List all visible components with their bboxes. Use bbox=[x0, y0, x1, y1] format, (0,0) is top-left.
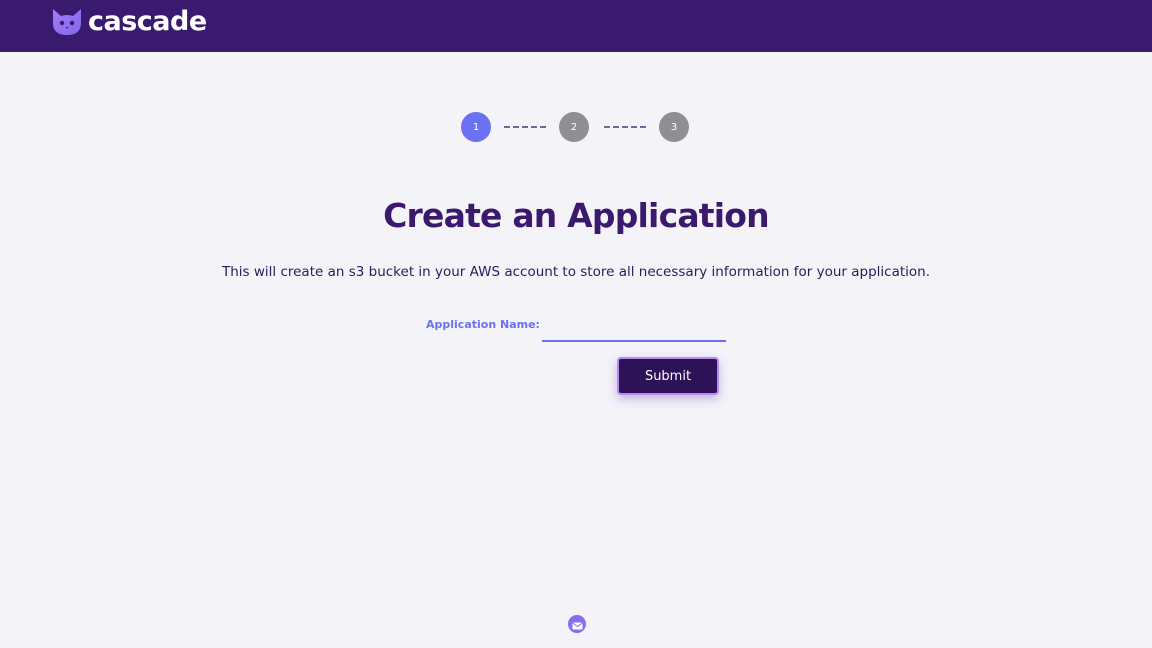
step-3-indicator: 3 bbox=[659, 112, 689, 142]
step-connector bbox=[604, 126, 646, 128]
application-name-input[interactable] bbox=[542, 318, 726, 342]
brand-name: cascade bbox=[88, 6, 207, 37]
application-name-label: Application Name: bbox=[426, 318, 540, 331]
page-title: Create an Application bbox=[383, 196, 770, 235]
mail-icon bbox=[571, 615, 583, 634]
progress-stepper: 1 2 3 bbox=[461, 112, 691, 142]
brand-logo-link[interactable]: cascade bbox=[50, 6, 207, 38]
step-2-indicator: 2 bbox=[559, 112, 589, 142]
step-connector bbox=[504, 126, 546, 128]
contact-button[interactable] bbox=[568, 615, 586, 633]
submit-button[interactable]: Submit bbox=[617, 357, 719, 395]
step-1-indicator: 1 bbox=[461, 112, 491, 142]
page-description: This will create an s3 bucket in your AW… bbox=[221, 264, 930, 280]
cat-icon bbox=[50, 7, 84, 37]
top-navbar: cascade bbox=[0, 0, 1152, 52]
